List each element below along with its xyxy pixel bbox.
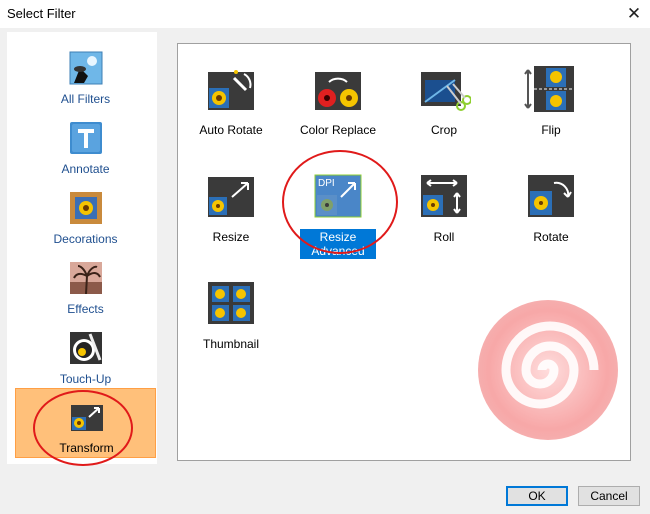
filter-label: Auto Rotate: [199, 123, 263, 137]
resize-icon: [208, 177, 254, 217]
transform-icon: [71, 405, 103, 431]
effects-icon: [70, 262, 102, 295]
category-sidebar: All Filters Annotate Decorations Effects: [7, 32, 157, 464]
filter-thumbnail[interactable]: Thumbnail: [181, 268, 281, 358]
close-button[interactable]: ✕: [618, 0, 650, 28]
filter-roll[interactable]: Roll: [394, 161, 494, 251]
window-title: Select Filter: [7, 6, 76, 21]
category-touch-up[interactable]: Touch-Up: [15, 320, 156, 390]
category-label: Effects: [67, 302, 104, 316]
close-icon: ✕: [626, 4, 642, 23]
thumbnail-icon: [208, 282, 254, 324]
filter-color-replace[interactable]: Color Replace: [288, 54, 388, 144]
category-annotate[interactable]: Annotate: [15, 110, 156, 180]
filter-label: Thumbnail: [202, 337, 260, 351]
category-label: Touch-Up: [59, 372, 112, 386]
color-replace-icon: [315, 72, 361, 110]
category-label: Decorations: [53, 232, 118, 246]
filter-label: Resize Advanced: [300, 229, 376, 259]
filter-rotate[interactable]: Rotate: [501, 161, 601, 251]
filter-auto-rotate[interactable]: Auto Rotate: [181, 54, 281, 144]
spiral-watermark: [478, 300, 618, 440]
filter-resize-advanced[interactable]: DPI Resize Advanced: [288, 161, 388, 259]
spiral-icon: [501, 321, 599, 409]
filter-resize[interactable]: Resize: [181, 161, 281, 251]
dpi-text: DPI: [318, 178, 335, 189]
cancel-button[interactable]: Cancel: [578, 486, 640, 506]
category-transform[interactable]: Transform: [15, 388, 156, 458]
auto-rotate-icon: [208, 70, 254, 110]
category-effects[interactable]: Effects: [15, 250, 156, 320]
category-all-filters[interactable]: All Filters: [15, 40, 156, 110]
filter-label: Flip: [541, 123, 561, 137]
title-bar: Select Filter ✕: [0, 0, 650, 28]
crop-icon: [421, 72, 471, 111]
flip-icon: [524, 66, 574, 112]
roll-icon: [421, 175, 467, 217]
category-label: Transform: [59, 441, 114, 455]
category-decorations[interactable]: Decorations: [15, 180, 156, 250]
touch-up-icon: [70, 332, 102, 364]
filter-label: Color Replace: [299, 123, 377, 137]
filter-label: Crop: [430, 123, 457, 137]
decorations-icon: [70, 192, 102, 224]
rotate-icon: [528, 175, 574, 217]
resize-advanced-icon: DPI: [314, 174, 362, 218]
all-filters-icon: [69, 51, 103, 85]
ok-button[interactable]: OK: [506, 486, 568, 506]
filter-label: Rotate: [533, 230, 569, 244]
category-label: Annotate: [61, 162, 110, 176]
filter-flip[interactable]: Flip: [501, 54, 601, 144]
filter-label: Roll: [433, 230, 455, 244]
filter-crop[interactable]: Crop: [394, 54, 494, 144]
annotate-icon: [70, 122, 102, 154]
category-label: All Filters: [60, 92, 111, 106]
filter-label: Resize: [212, 230, 250, 244]
